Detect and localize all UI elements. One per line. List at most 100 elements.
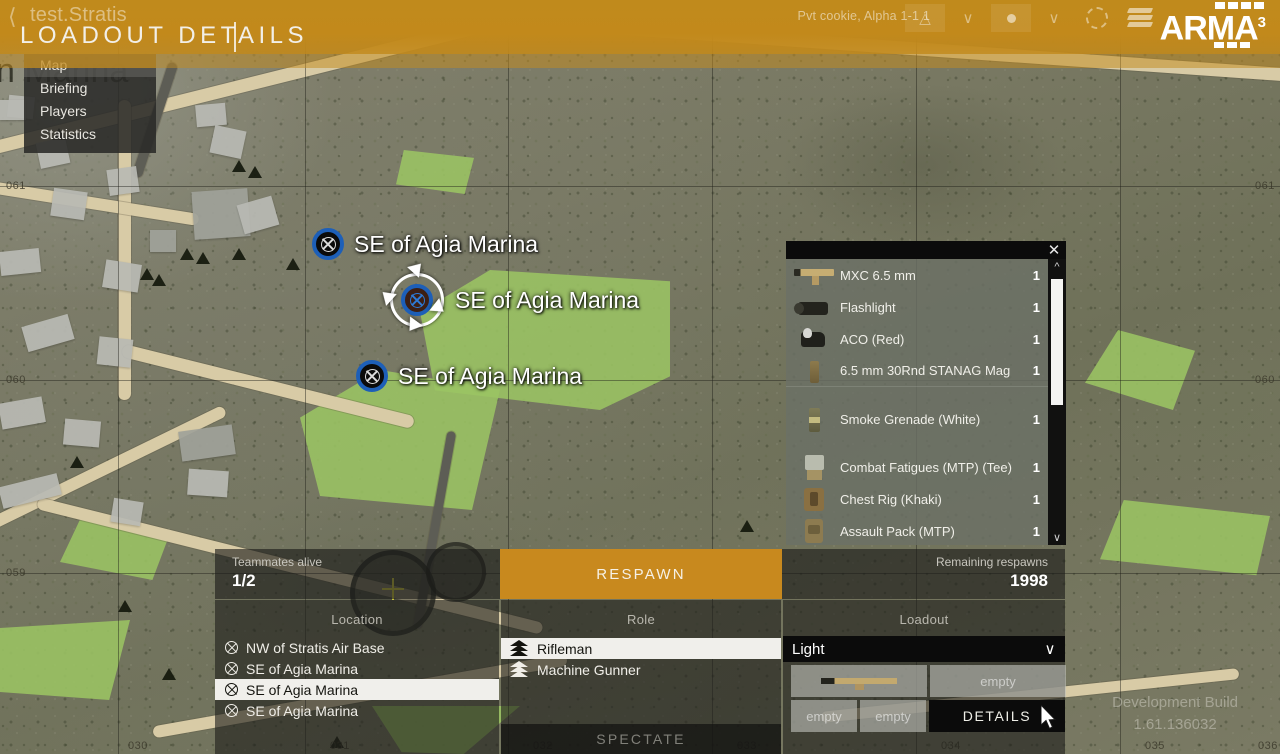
loadout-item-row[interactable]: MXC 6.5 mm 1 — [786, 259, 1048, 291]
role-list[interactable]: Rifleman Machine Gunner — [501, 638, 781, 680]
tree-marker — [118, 600, 132, 612]
nav-item-briefing[interactable]: Briefing — [24, 77, 156, 100]
remaining-respawns-block: Remaining respawns 1998 — [782, 549, 1065, 599]
respawn-point-icon — [225, 704, 238, 717]
building — [187, 468, 229, 498]
building — [150, 230, 176, 252]
location-list-item[interactable]: SE of Agia Marina — [215, 700, 499, 721]
slot-row: empty — [791, 665, 1066, 697]
chevron-up-icon[interactable]: ^ — [1048, 259, 1066, 275]
loadout-slot-primary-weapon[interactable] — [791, 665, 927, 697]
location-list[interactable]: NW of Stratis Air Base SE of Agia Marina… — [215, 637, 499, 721]
building — [0, 100, 26, 120]
loadout-scrollbar[interactable]: ^ ∨ — [1048, 259, 1066, 545]
scrollbar-track[interactable] — [1048, 275, 1066, 529]
smoke-grenade-icon — [792, 406, 836, 432]
flashlight-icon — [792, 294, 836, 320]
loadout-item-name: Smoke Grenade (White) — [840, 411, 981, 427]
tree-marker — [180, 248, 194, 260]
tree-marker — [286, 258, 300, 270]
title-divider — [234, 22, 236, 52]
loadout-select[interactable]: Light ∨ — [783, 636, 1065, 662]
header-fade-strip — [0, 54, 1280, 68]
chevron-up-icon[interactable]: △ — [905, 4, 945, 32]
loadout-item-row[interactable]: Smoke Grenade (White) 1 — [786, 403, 1048, 435]
map-gridline — [1120, 0, 1121, 754]
respawn-point-icon — [225, 641, 238, 654]
loadout-item-list[interactable]: MXC 6.5 mm 1 Flashlight 1 ACO (Red) 1 6.… — [786, 259, 1048, 545]
loadout-item-row[interactable]: ACO (Red) 1 — [786, 323, 1048, 355]
tree-marker — [152, 274, 166, 286]
loadout-item-row[interactable]: Combat Fatigues (MTP) (Tee) 1 — [786, 451, 1048, 483]
loadout-column: Loadout Light ∨ empty empty empty DETAIL… — [783, 600, 1066, 754]
backpack-icon — [792, 518, 836, 544]
role-column-header: Role — [627, 612, 655, 627]
layers-icon[interactable] — [1120, 4, 1160, 32]
loadout-slot-empty-3[interactable]: empty — [860, 700, 926, 732]
scrollbar-thumb[interactable] — [1051, 279, 1063, 405]
tree-marker — [740, 520, 754, 532]
loadout-slot-grid: empty empty empty DETAILS — [783, 665, 1066, 732]
grid-label-left-0: 061 — [6, 180, 26, 192]
chevron-down-icon[interactable]: ∨ — [948, 4, 988, 32]
loadout-slot-empty-1[interactable]: empty — [930, 665, 1066, 697]
vegetation-area — [0, 620, 130, 700]
watermark-line-2: 1.61.136032 — [1133, 716, 1217, 733]
loadout-item-row[interactable]: Assault Pack (MTP) 1 — [786, 515, 1048, 545]
building — [106, 166, 140, 196]
teammates-alive-label: Teammates alive — [232, 555, 323, 569]
building — [62, 418, 102, 448]
chevron-down-icon[interactable]: ∨ — [1035, 640, 1065, 658]
building — [195, 102, 227, 128]
role-list-item-selected[interactable]: Rifleman — [501, 638, 781, 659]
slot-row: empty empty DETAILS — [791, 700, 1065, 732]
grid-label-left-1: 060 — [6, 374, 26, 386]
building — [102, 259, 142, 293]
loadout-select-value: Light — [792, 640, 825, 658]
teammates-alive-block: Teammates alive 1/2 — [215, 549, 500, 599]
nav-item-players[interactable]: Players — [24, 100, 156, 123]
circle-outline-icon[interactable] — [1077, 4, 1117, 32]
location-list-item-selected[interactable]: SE of Agia Marina — [215, 679, 499, 700]
loadout-details-panel: ✕ MXC 6.5 mm 1 Flashlight 1 ACO (Red) 1 … — [786, 241, 1066, 545]
map-marker-respawn-3[interactable]: SE of Agia Marina — [356, 360, 582, 392]
nav-item-statistics[interactable]: Statistics — [24, 123, 156, 146]
map-marker-respawn-1[interactable]: SE of Agia Marina — [312, 228, 538, 260]
loadout-item-row[interactable]: Flashlight 1 — [786, 291, 1048, 323]
location-list-item[interactable]: SE of Agia Marina — [215, 658, 499, 679]
map-marker-label: SE of Agia Marina — [398, 362, 583, 389]
chevron-down-icon[interactable]: ∨ — [1048, 529, 1066, 545]
mouse-cursor — [1041, 705, 1057, 730]
remaining-respawns-value: 1998 — [1010, 571, 1048, 590]
grid-label-bottom-6: 036 — [1258, 740, 1278, 752]
location-list-item[interactable]: NW of Stratis Air Base — [215, 637, 499, 658]
rifle-icon — [792, 262, 836, 288]
role-item-label: Rifleman — [537, 640, 593, 657]
build-watermark: Development Build 1.61.136032 — [1112, 692, 1238, 736]
map-marker-respawn-2-selected[interactable]: SE of Agia Marina — [377, 258, 639, 336]
grid-label-bottom-5: 035 — [1145, 740, 1165, 752]
chevron-down-icon-2[interactable]: ∨ — [1034, 4, 1074, 32]
chevron-left-icon[interactable]: ⟨ — [8, 6, 17, 28]
loadout-item-name: 6.5 mm 30Rnd STANAG Mag — [840, 363, 1011, 378]
loadout-slot-empty-2[interactable]: empty — [791, 700, 857, 732]
loadout-item-row[interactable]: 6.5 mm 30Rnd STANAG Mag 1 — [786, 355, 1048, 387]
loadout-item-qty: 1 — [1032, 299, 1040, 315]
loadout-item-name: Assault Pack (MTP) — [840, 523, 955, 539]
role-list-item[interactable]: Machine Gunner — [501, 659, 781, 680]
close-icon[interactable]: ✕ — [1044, 241, 1064, 259]
rank-chevron-icon — [509, 640, 529, 657]
marker-dot-icon[interactable] — [991, 4, 1031, 32]
loadout-item-qty: 1 — [1032, 459, 1040, 475]
loadout-details-titlebar: ✕ — [786, 241, 1066, 259]
marker-badge-selected — [377, 258, 449, 336]
building — [96, 336, 134, 368]
respawn-button[interactable]: RESPAWN — [500, 549, 782, 599]
spectate-button[interactable]: SPECTATE — [501, 724, 781, 754]
loadout-item-row[interactable]: Chest Rig (Khaki) 1 — [786, 483, 1048, 515]
loadout-item-name: Chest Rig (Khaki) — [840, 491, 942, 507]
nav-dropdown-menu[interactable]: Map Briefing Players Statistics — [24, 54, 156, 153]
tree-marker — [232, 160, 246, 172]
role-item-label: Machine Gunner — [537, 661, 641, 678]
